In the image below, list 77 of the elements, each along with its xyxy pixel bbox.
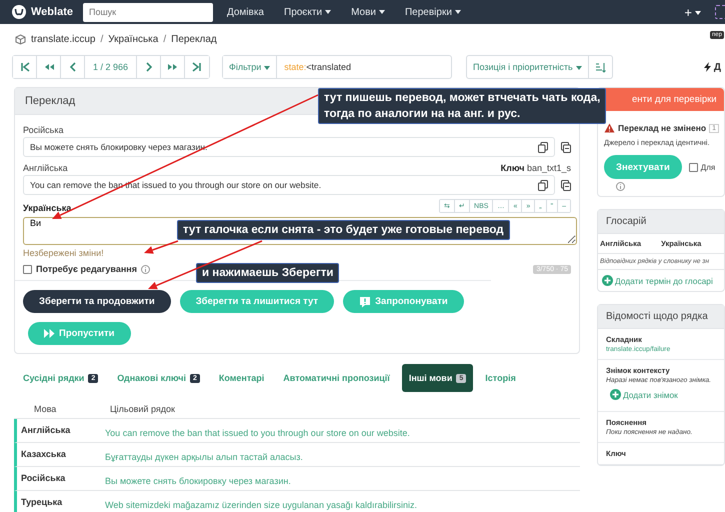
checkbox-label: Потребує редагування	[36, 264, 137, 274]
language-cell-text: Казахська	[20, 448, 67, 461]
first-button[interactable]	[13, 56, 37, 78]
dismiss-button[interactable]: Знехтувати	[604, 155, 682, 179]
language-cell-text: Турецька	[20, 496, 64, 509]
string-key: Ключ ban_txt1_s	[500, 163, 571, 173]
plus-icon	[610, 389, 621, 400]
tab[interactable]: Автоматичні пропозиції	[276, 364, 397, 392]
copy-icon[interactable]	[538, 180, 548, 190]
panel-title: Глосарій	[598, 210, 724, 234]
check-title: Переклад не змінено	[618, 123, 706, 133]
clone-icon[interactable]	[561, 142, 571, 152]
sort-icon	[594, 62, 606, 72]
add-term-link[interactable]: Додати термін до глосарі	[615, 276, 713, 286]
column-header: Мова	[34, 404, 58, 414]
breadcrumb-link[interactable]: Українська	[108, 34, 158, 44]
caret-icon	[576, 66, 582, 70]
source-text: Вы можете снять блокировку через магазин.	[30, 142, 208, 152]
search-field[interactable]: Пошук	[82, 2, 213, 22]
caret-icon	[695, 11, 701, 16]
caret-icon	[264, 66, 270, 70]
source-language: Англійська	[23, 163, 68, 173]
fast-forward-icon	[166, 61, 179, 73]
menu-item[interactable]: Домівка	[226, 6, 264, 18]
translation-link[interactable]: Вы можете снять блокировку через магазин.	[101, 467, 291, 490]
checkbox-label: Для	[700, 162, 716, 172]
breadcrumb-link[interactable]: Переклад	[171, 34, 217, 44]
user-avatar[interactable]	[715, 5, 725, 19]
brand-name[interactable]: Weblate	[31, 6, 73, 18]
info-icon	[140, 264, 150, 274]
breadcrumb-link[interactable]: translate.iccup	[31, 34, 96, 44]
annotation-tooltip: и нажимаешь Зберегти	[196, 263, 340, 283]
tab[interactable]: Історія	[478, 364, 523, 392]
toolbar-link[interactable]: Д	[714, 62, 721, 72]
sort-dropdown[interactable]: Позиція і пріоритетність	[466, 55, 589, 79]
save-continue-button[interactable]: Зберегти та продовжити	[23, 290, 171, 313]
add-menu[interactable]: +	[684, 4, 701, 20]
fast-back-icon	[42, 61, 54, 73]
annotation-tooltip: тут пишешь перевод, может втчечать чать кода, тогда по аналогии на на анг. и рус.	[318, 88, 606, 124]
info-icon	[616, 182, 625, 191]
language-cell-text: Англійська	[20, 424, 72, 437]
unsaved-warning: Незбережені зміни!	[23, 248, 105, 258]
add-screenshot-link[interactable]: Додати знімок	[623, 390, 678, 400]
translation-link[interactable]: Бұғаттауды дүкен арқылы алып тастай аласыз.	[101, 443, 303, 466]
first-icon	[18, 61, 30, 73]
panel-title: Відомості щодо рядка	[598, 305, 724, 329]
warning-icon	[604, 123, 615, 133]
menu-item[interactable]: Перевірки	[404, 6, 461, 18]
translation-link[interactable]: Web sitemizdeki mağazamız üzerinden size uygulanan yasağı kaldırabilirsiniz.	[101, 491, 417, 512]
filter-dropdown[interactable]: Фільтри	[223, 56, 278, 78]
menu-item[interactable]: Мови	[351, 6, 385, 18]
column-header: Цільовий рядок	[110, 404, 175, 414]
language-cell-text: Російська	[20, 472, 66, 485]
last-icon	[191, 61, 204, 73]
cube-icon	[15, 34, 26, 44]
fast-forward-icon	[44, 329, 55, 338]
logo-icon	[12, 5, 26, 19]
menu-item[interactable]: Проєкти	[284, 6, 332, 18]
filter-field[interactable]: Фільтри state:<translated	[222, 55, 452, 79]
save-stay-button[interactable]: Зберегти та лишитися тут	[180, 290, 334, 313]
skip-button[interactable]: Пропустити	[28, 322, 130, 345]
target-language: Українська	[23, 203, 72, 213]
speech-bubble-icon	[359, 296, 372, 308]
checkbox[interactable]	[688, 162, 698, 172]
clone-icon[interactable]	[561, 180, 571, 190]
source-language: Російська	[23, 125, 64, 135]
breadcrumb-separator: /	[163, 34, 166, 44]
plus-icon	[602, 275, 613, 286]
checkbox[interactable]	[23, 264, 32, 274]
lightning-icon	[704, 62, 711, 72]
breadcrumb-separator: /	[100, 34, 104, 44]
suggest-button[interactable]: Запропонувати	[343, 290, 464, 313]
copy-icon[interactable]	[538, 142, 548, 152]
annotation-tooltip: тут галочка если снята - это будет уже готовые перевод	[177, 220, 510, 240]
tab[interactable]: Коментарі	[212, 364, 272, 392]
sort-order-button[interactable]	[588, 55, 613, 79]
translation-link[interactable]: You can remove the ban that issued to you through our store on our website.	[101, 419, 410, 442]
